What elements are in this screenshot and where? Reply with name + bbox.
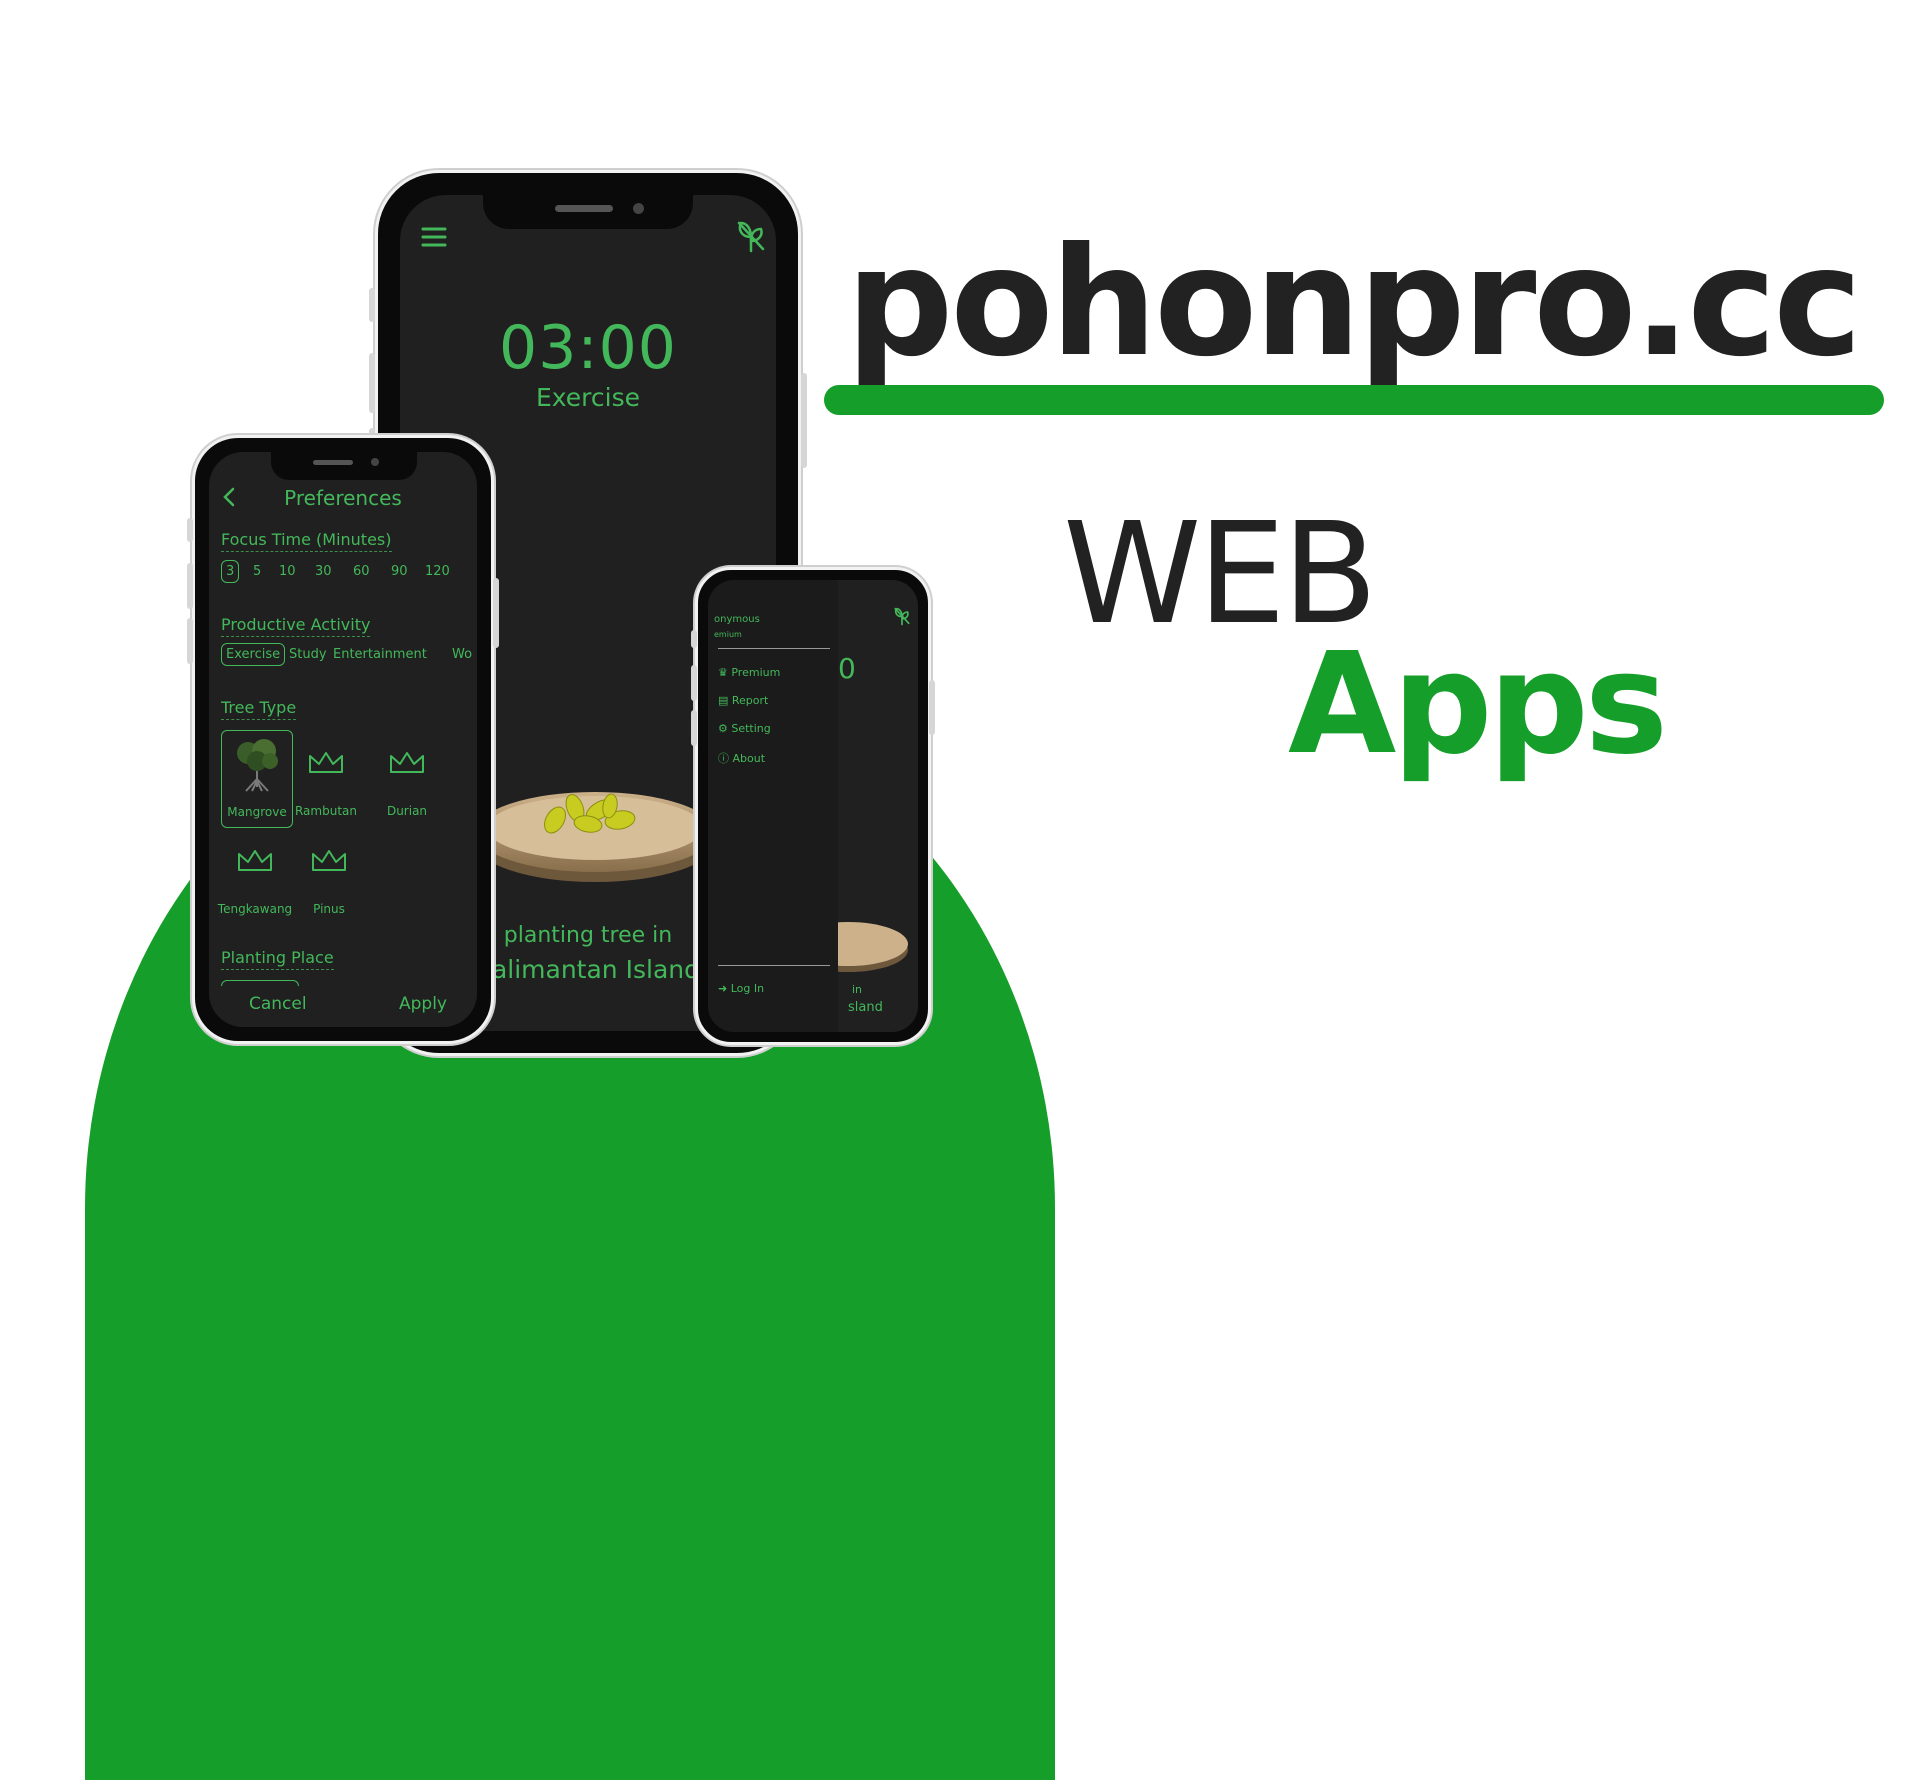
drawer-divider — [718, 648, 830, 649]
focus-option-60[interactable]: 60 — [353, 564, 370, 579]
crown-icon[interactable] — [310, 848, 348, 874]
drawer-account-type: emium — [714, 630, 742, 639]
crown-icon[interactable] — [388, 750, 426, 776]
drawer-phone-mockup: 0 in sland onymous emium ♛ Premium ▤ Rep… — [691, 567, 935, 1045]
drawer-divider — [718, 965, 830, 966]
drawer-login-button[interactable]: ➜ Log In — [718, 982, 764, 995]
cancel-button[interactable]: Cancel — [249, 994, 307, 1014]
phone-side-button — [187, 563, 193, 609]
tree-sprout-icon[interactable] — [893, 606, 911, 626]
phone-side-button — [691, 665, 697, 701]
timer-fragment: 0 — [838, 652, 856, 685]
camera — [633, 203, 644, 214]
phone-side-button — [187, 618, 193, 664]
speaker — [313, 460, 353, 465]
preferences-screen: Preferences Focus Time (Minutes) 3 5 10 … — [209, 452, 477, 1027]
brand-underline — [824, 385, 1884, 415]
hamburger-menu-icon[interactable] — [420, 225, 448, 249]
drawer-login-label: Log In — [730, 982, 765, 995]
focus-option-3[interactable]: 3 — [221, 560, 240, 583]
drawer-item-report[interactable]: ▤ Report — [718, 694, 768, 707]
focus-option-5[interactable]: 5 — [253, 564, 261, 579]
tree-option-mangrove[interactable]: Mangrove — [221, 730, 293, 828]
drawer-item-label: Setting — [731, 722, 771, 735]
phone-side-button — [929, 680, 935, 735]
phone-notch — [271, 452, 417, 480]
drawer-username: onymous — [714, 614, 760, 625]
camera — [371, 458, 379, 466]
focus-option-10[interactable]: 10 — [279, 564, 296, 579]
apply-button[interactable]: Apply — [399, 994, 447, 1014]
productive-activity-heading: Productive Activity — [221, 615, 371, 637]
activity-label[interactable]: Exercise — [400, 383, 776, 412]
focus-timer: 03:00 — [499, 313, 677, 383]
report-icon: ▤ — [718, 694, 732, 707]
drawer-item-premium[interactable]: ♛ Premium — [718, 666, 780, 679]
tree-type-heading: Tree Type — [221, 698, 297, 720]
login-icon: ➜ — [718, 982, 731, 995]
tree-label-rambutan[interactable]: Rambutan — [286, 804, 366, 818]
drawer-item-about[interactable]: ⓘ About — [718, 750, 765, 766]
focus-option-90[interactable]: 90 — [391, 564, 408, 579]
side-drawer: onymous emium ♛ Premium ▤ Report ⚙ Setti… — [708, 580, 838, 1032]
planting-place-heading: Planting Place — [221, 948, 334, 970]
activity-option-entertainment[interactable]: Entertainment — [333, 647, 427, 662]
info-icon: ⓘ — [718, 752, 733, 765]
drawer-item-label: About — [732, 752, 766, 765]
focus-option-120[interactable]: 120 — [425, 564, 450, 579]
crown-icon: ♛ — [718, 666, 732, 679]
phone-side-button — [187, 518, 193, 542]
mangrove-tree-image — [237, 739, 278, 792]
phone-side-button — [369, 353, 375, 413]
activity-option-study[interactable]: Study — [289, 647, 327, 662]
phone-side-button — [691, 710, 697, 746]
tree-label-tengkawang[interactable]: Tengkawang — [215, 902, 295, 916]
promo-banner: 03:00 Exercise planting tree in Kalimant… — [0, 0, 1920, 1780]
tree-label-pinus[interactable]: Pinus — [289, 902, 369, 916]
tree-label-mangrove: Mangrove — [227, 805, 287, 819]
phone-side-button — [369, 288, 375, 322]
drawer-item-setting[interactable]: ⚙ Setting — [718, 722, 771, 735]
caption-fragment-1: in — [852, 983, 863, 996]
speaker — [555, 205, 613, 212]
tree-pot-illustration — [475, 792, 715, 882]
focus-time-heading: Focus Time (Minutes) — [221, 530, 392, 552]
phone-side-button — [493, 578, 499, 648]
focus-option-30[interactable]: 30 — [315, 564, 332, 579]
gear-icon: ⚙ — [718, 722, 732, 735]
preferences-phone-mockup: Preferences Focus Time (Minutes) 3 5 10 … — [187, 435, 499, 1044]
phone-side-button — [691, 630, 697, 648]
preferences-footer: Cancel Apply — [209, 986, 477, 1027]
crown-icon[interactable] — [236, 848, 274, 874]
tree-label-durian[interactable]: Durian — [367, 804, 447, 818]
drawer-item-label: Report — [731, 694, 769, 707]
tree-sprout-icon[interactable] — [735, 219, 767, 253]
drawer-screen: 0 in sland onymous emium ♛ Premium ▤ Rep… — [708, 580, 918, 1032]
caption-fragment-2: sland — [848, 1000, 883, 1015]
crown-icon[interactable] — [307, 750, 345, 776]
tagline-apps: Apps — [1288, 623, 1668, 786]
phone-notch — [483, 195, 693, 229]
activity-option-exercise[interactable]: Exercise — [221, 643, 286, 666]
preferences-title: Preferences — [284, 486, 402, 510]
drawer-item-label: Premium — [731, 666, 781, 679]
phone-side-button — [801, 373, 807, 468]
brand-domain[interactable]: pohonpro.cc — [846, 228, 1862, 378]
activity-option-work[interactable]: Wo — [452, 647, 472, 662]
